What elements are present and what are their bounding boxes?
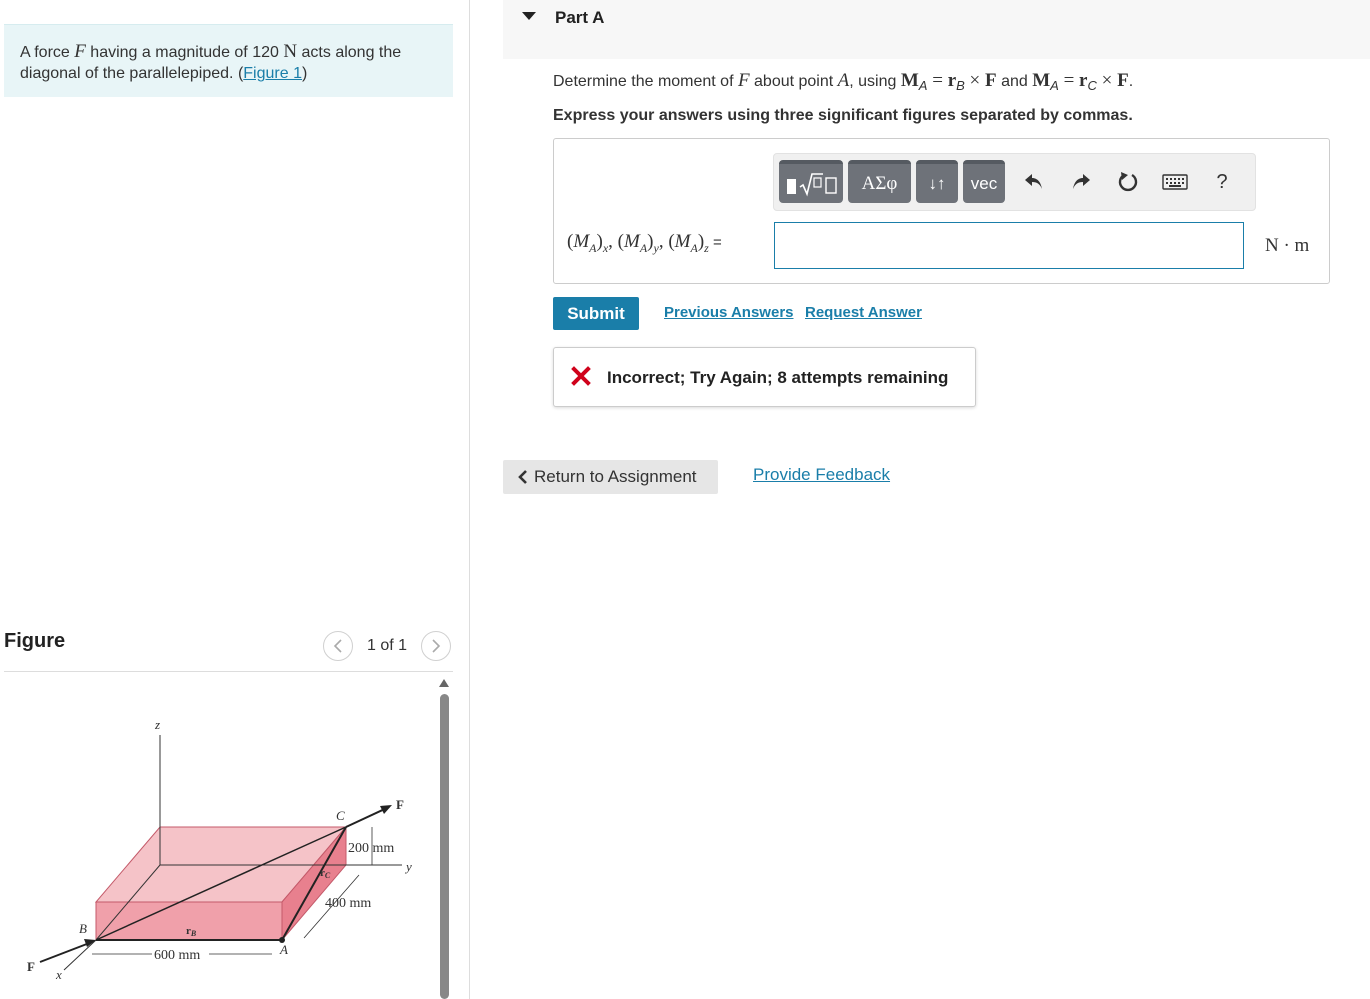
return-label: Return to Assignment: [534, 467, 697, 486]
chevron-right-icon: [432, 639, 441, 653]
part-header[interactable]: Part A: [503, 0, 1370, 59]
figure-divider: [4, 671, 453, 672]
math-toolbar: ΑΣφ ↓↑ vec ?: [773, 153, 1256, 211]
column-divider: [469, 0, 470, 999]
figure-scrollbar[interactable]: [440, 694, 449, 999]
previous-answers-link[interactable]: Previous Answers: [664, 304, 794, 321]
part-title: Part A: [555, 8, 605, 27]
force-arrow-bottom: [39, 941, 93, 963]
equation-r: r: [947, 70, 957, 91]
equation-f: F: [1117, 70, 1129, 91]
question-part: and: [996, 73, 1033, 90]
question-part: about point: [749, 73, 838, 90]
equation-m: M: [1032, 70, 1051, 91]
problem-text-1: A force: [20, 44, 75, 61]
label-sub: A: [690, 240, 698, 255]
label-c: C: [336, 808, 345, 823]
caret-down-icon[interactable]: [522, 12, 536, 20]
label-b: B: [79, 921, 87, 936]
force-arrowhead-top: [380, 805, 392, 814]
label-m: M: [674, 231, 691, 252]
help-button[interactable]: ?: [1207, 167, 1237, 197]
answer-input[interactable]: [774, 222, 1244, 269]
equation-m: M: [900, 70, 919, 91]
label-200: 200 mm: [348, 841, 394, 856]
label-equals: =: [712, 234, 722, 251]
equation-sub: B: [956, 78, 965, 94]
label-x: x: [55, 967, 62, 982]
answer-instruction: Express your answers using three signifi…: [553, 107, 1133, 124]
label-a: A: [279, 942, 288, 957]
vector-button[interactable]: vec: [963, 160, 1005, 203]
templates-sqrt-icon: [787, 172, 837, 196]
equation-sub: C: [1087, 78, 1097, 94]
reset-button[interactable]: [1113, 167, 1143, 197]
label-m: M: [623, 231, 640, 252]
answer-panel: ΑΣφ ↓↑ vec ? (MA)x, (MA)y, (MA)z = N · m: [553, 138, 1330, 284]
question-point: A: [837, 70, 850, 91]
figure-navigation: 1 of 1: [323, 631, 452, 661]
answer-label: (MA)x, (MA)y, (MA)z =: [567, 231, 722, 255]
redo-button[interactable]: [1066, 167, 1096, 197]
chevron-left-icon: [333, 639, 342, 653]
label-m: M: [573, 231, 590, 252]
label-z: z: [154, 717, 160, 732]
question-force: F: [737, 70, 750, 91]
label-f-top: F: [396, 797, 404, 812]
undo-button[interactable]: [1019, 167, 1049, 197]
figure-next-button[interactable]: [421, 631, 452, 661]
equation-cross: ×: [1096, 70, 1118, 91]
equation-eq: =: [1058, 70, 1080, 91]
feedback-text: Incorrect; Try Again; 8 attempts remaini…: [607, 368, 949, 387]
feedback-message: Incorrect; Try Again; 8 attempts remaini…: [553, 347, 976, 407]
x-mark-icon: [571, 366, 591, 386]
question-part: .: [1128, 73, 1134, 90]
return-to-assignment-button[interactable]: Return to Assignment: [503, 460, 718, 494]
chevron-left-icon: [518, 470, 527, 484]
greek-symbols-button[interactable]: ΑΣφ: [848, 160, 911, 203]
figure-heading: Figure: [4, 630, 66, 652]
figure-count: 1 of 1: [367, 637, 408, 654]
undo-icon: [1025, 174, 1042, 189]
request-answer-link[interactable]: Request Answer: [805, 304, 922, 321]
parallelepiped-figure: z C F 200 mm y rC 400 mm B rB A 600 mm F…: [27, 717, 412, 982]
equation-eq: =: [927, 70, 948, 91]
label-y: y: [404, 859, 412, 874]
answer-units: N · m: [1265, 235, 1310, 256]
equation-sub: A: [1050, 78, 1059, 94]
question-text: Determine the moment of F about point A,…: [553, 70, 1133, 93]
equation-cross: ×: [964, 70, 986, 91]
question-part: Determine the moment of: [553, 73, 738, 90]
provide-feedback-link[interactable]: Provide Feedback: [753, 465, 890, 485]
figure-prev-button[interactable]: [323, 631, 353, 661]
subscript-superscript-button[interactable]: ↓↑: [916, 160, 958, 203]
label-f-bottom: F: [27, 959, 35, 974]
keyboard-button[interactable]: [1160, 167, 1190, 197]
submit-button[interactable]: Submit: [553, 297, 639, 330]
problem-unit-symbol: N: [283, 41, 298, 62]
reset-icon: [1118, 172, 1138, 192]
problem-force-symbol: F: [74, 41, 86, 62]
label-600: 600 mm: [154, 948, 200, 963]
problem-text-4: ): [301, 65, 308, 82]
label-sub: A: [589, 240, 597, 255]
problem-text-2: having a magnitude of 120: [85, 44, 284, 61]
question-part: , using: [849, 73, 901, 90]
x-axis: [63, 939, 97, 971]
keyboard-icon: [1162, 174, 1188, 190]
figure-link[interactable]: Figure 1: [243, 65, 302, 82]
equation-f: F: [985, 70, 997, 91]
problem-statement: A force F having a magnitude of 120 N ac…: [4, 24, 453, 97]
label-400: 400 mm: [325, 896, 371, 911]
redo-icon: [1073, 174, 1090, 189]
scroll-up-arrow-icon[interactable]: [439, 679, 449, 687]
templates-button[interactable]: [779, 160, 843, 203]
